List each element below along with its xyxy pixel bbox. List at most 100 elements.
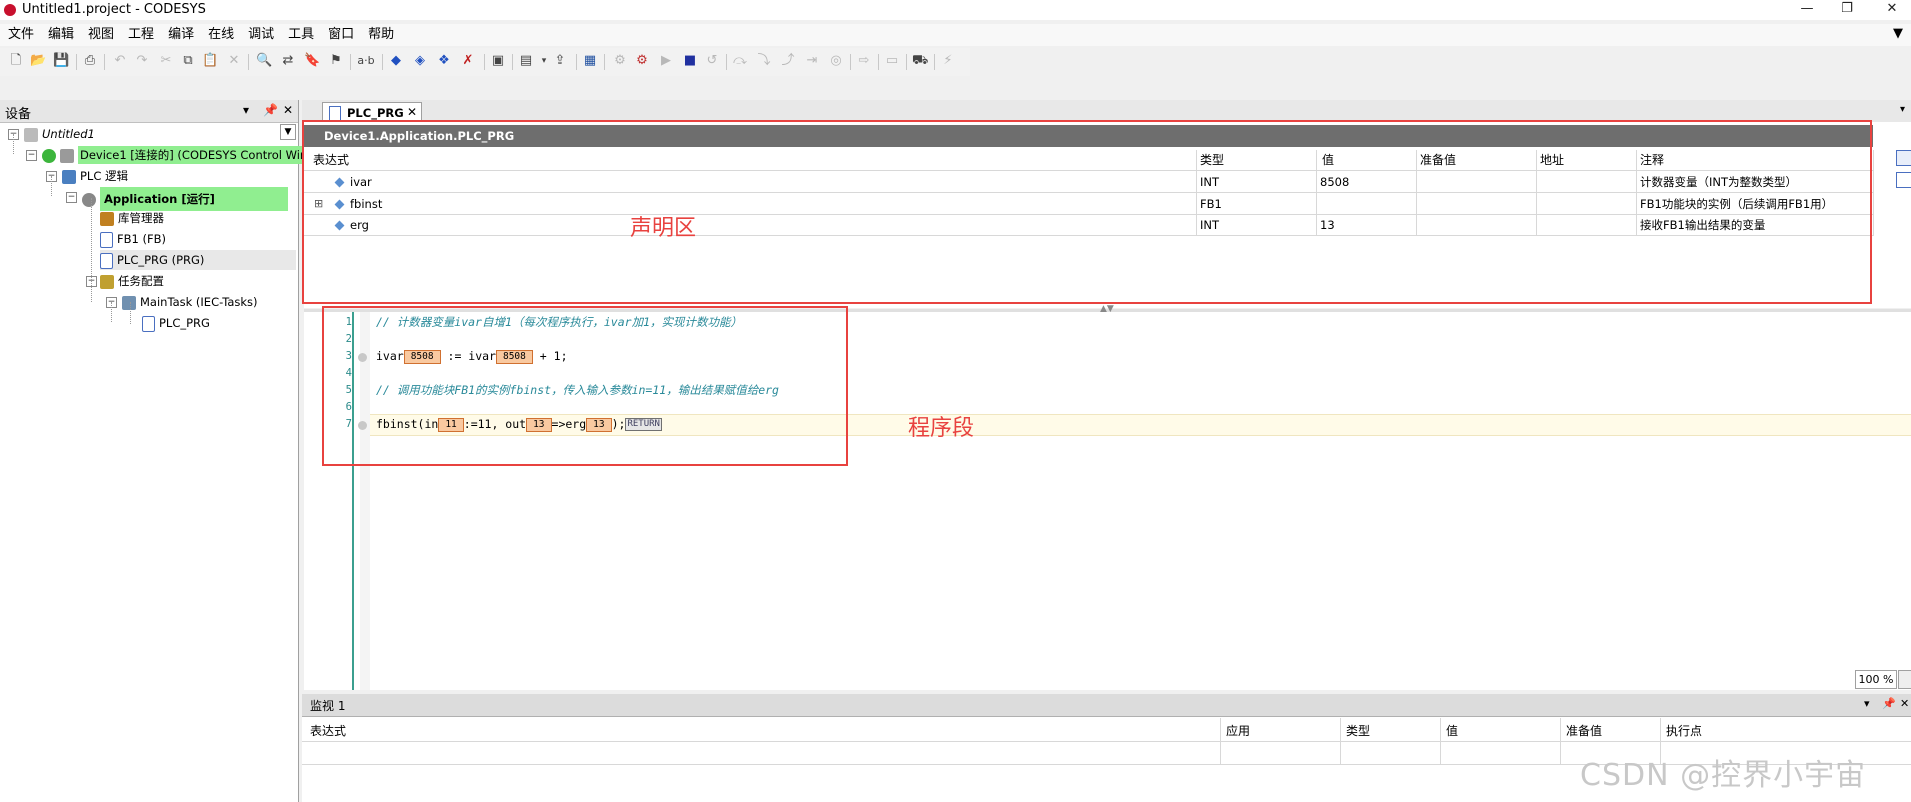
declaration-area-annotation-label: 声明区 <box>630 216 697 241</box>
paste-icon[interactable]: 📋 <box>202 53 218 69</box>
watch-column-application[interactable]: 应用 <box>1226 722 1250 739</box>
stop-icon[interactable]: ■ <box>682 53 698 69</box>
minimize-button[interactable]: — <box>1790 0 1824 20</box>
task-icon <box>122 295 136 310</box>
tree-item-plc-prg[interactable]: PLC_PRG (PRG) <box>100 250 296 270</box>
open-folder-icon[interactable]: 📂 <box>30 53 46 69</box>
logout-icon[interactable]: ⚙ <box>634 53 650 69</box>
unforce-icon[interactable]: ⚡ <box>940 53 956 69</box>
menu-build[interactable]: 编译 <box>160 24 200 44</box>
watch-column-execution-point[interactable]: 执行点 <box>1666 722 1702 739</box>
tab-list-arrow-icon[interactable]: ▾ <box>1900 104 1905 115</box>
online-config-icon[interactable]: ▦ <box>582 53 598 69</box>
watch-column-expression[interactable]: 表达式 <box>310 722 346 739</box>
devices-panel-header: 设备 ▾ 📌 ✕ <box>0 100 298 123</box>
generate-code-icon[interactable]: ❖ <box>436 53 452 69</box>
tree-item-library-manager[interactable]: 库管理器 <box>100 208 164 228</box>
menu-tools[interactable]: 工具 <box>280 24 320 44</box>
watermark: CSDN @控界小宇宙 <box>1580 758 1867 793</box>
toolbar-separator <box>576 54 577 70</box>
connected-icon <box>42 148 56 163</box>
rebuild-icon[interactable]: ◈ <box>412 53 428 69</box>
toolbar-separator <box>484 54 485 70</box>
watch-column-prepared-value[interactable]: 准备值 <box>1566 722 1602 739</box>
start-icon[interactable]: ▶ <box>658 53 674 69</box>
tree-item-label: PLC 逻辑 <box>80 169 129 183</box>
step-out-icon[interactable]: ⤴ <box>780 53 796 69</box>
menu-online[interactable]: 在线 <box>200 24 240 44</box>
zoom-level[interactable]: 100 % <box>1855 670 1897 689</box>
find-icon[interactable]: 🔍 <box>256 53 272 69</box>
tree-item-label: 任务配置 <box>118 274 164 288</box>
step-over-icon[interactable]: ⤼ <box>732 53 748 69</box>
restore-button[interactable]: ❐ <box>1830 0 1864 20</box>
menu-debug[interactable]: 调试 <box>240 24 280 44</box>
cut-icon[interactable]: ✂ <box>158 53 174 69</box>
step-into-icon[interactable]: ⤵ <box>756 53 772 69</box>
close-icon[interactable]: ✕ <box>283 103 293 117</box>
pou-icon <box>100 231 113 248</box>
add-object-icon[interactable]: ▤ <box>518 53 534 69</box>
toolbar: 🗋 📂 💾 ⎙ ↶ ↷ ✂ ⧉ 📋 ✕ 🔍 ⇄ 🔖 ⚑ a·b ◆ ◈ ❖ ✗ … <box>0 48 970 76</box>
close-tab-icon[interactable]: ✕ <box>407 105 417 119</box>
toolbar-separator <box>906 54 907 70</box>
close-icon[interactable]: ✕ <box>1900 697 1909 710</box>
zoom-icon[interactable] <box>1898 670 1911 689</box>
close-button[interactable]: ✕ <box>1875 0 1909 20</box>
project-icon <box>24 127 38 142</box>
next-statement-icon[interactable]: ⇨ <box>856 53 872 69</box>
print-icon[interactable]: ⎙ <box>82 53 98 69</box>
chevron-down-icon[interactable]: ▾ <box>536 53 552 69</box>
toolbar-separator <box>382 54 383 70</box>
tabular-view-icon[interactable] <box>1896 172 1911 188</box>
toolbar-separator <box>248 54 249 70</box>
tree-connector <box>51 176 53 196</box>
toolbar-separator <box>934 54 935 70</box>
menu-file[interactable]: 文件 <box>0 24 40 44</box>
new-file-icon[interactable]: 🗋 <box>8 53 24 69</box>
delete-icon[interactable]: ✕ <box>226 53 242 69</box>
replace-icon[interactable]: ⇄ <box>280 53 296 69</box>
undo-icon[interactable]: ↶ <box>112 53 128 69</box>
toggle-breakpoint-icon[interactable]: ◎ <box>828 53 844 69</box>
write-values-icon[interactable]: ▭ <box>884 53 900 69</box>
tree-scroll-arrow-icon[interactable]: ▼ <box>280 124 296 140</box>
force-values-icon[interactable]: ⛟ <box>912 53 928 69</box>
clean-icon[interactable]: ✗ <box>460 53 476 69</box>
bookmark-icon[interactable]: 🔖 <box>304 53 320 69</box>
redo-icon[interactable]: ↷ <box>134 53 150 69</box>
rename-icon[interactable]: a·b <box>356 53 376 69</box>
watch-column-value[interactable]: 值 <box>1446 722 1458 739</box>
cross-reference-icon[interactable]: ⚑ <box>328 53 344 69</box>
collapse-icon[interactable]: − <box>26 150 37 161</box>
collapse-icon[interactable]: − <box>66 192 77 203</box>
watch-column-type[interactable]: 类型 <box>1346 722 1370 739</box>
pin-icon[interactable]: 📌 <box>1882 697 1896 710</box>
textual-view-icon[interactable] <box>1896 150 1911 166</box>
copy-icon[interactable]: ⧉ <box>180 53 196 69</box>
build-icon[interactable]: ◆ <box>388 53 404 69</box>
login-icon[interactable]: ⚙ <box>612 53 628 69</box>
menu-project[interactable]: 工程 <box>120 24 160 44</box>
tree-item-plc-prg-call[interactable]: PLC_PRG <box>142 313 210 333</box>
dropdown-arrow-icon[interactable]: ▾ <box>1864 697 1870 710</box>
window-icon[interactable]: ▣ <box>490 53 506 69</box>
watch-panel-title: 监视 1 <box>310 699 346 713</box>
toolbar-overflow-icon[interactable]: ▼ <box>1893 26 1903 41</box>
dropdown-arrow-icon[interactable]: ▾ <box>243 103 249 117</box>
tree-item-fb1[interactable]: FB1 (FB) <box>100 229 166 249</box>
run-to-cursor-icon[interactable]: ⇥ <box>804 53 820 69</box>
save-icon[interactable]: 💾 <box>53 53 69 69</box>
plc-logic-icon <box>62 169 76 184</box>
tree-item-label: 库管理器 <box>118 211 164 225</box>
pou-icon <box>329 106 341 121</box>
menu-window[interactable]: 窗口 <box>320 24 360 44</box>
export-icon[interactable]: ⇪ <box>552 53 568 69</box>
device-icon <box>60 148 74 163</box>
pin-icon[interactable]: 📌 <box>263 103 278 117</box>
menu-view[interactable]: 视图 <box>80 24 120 44</box>
reset-icon[interactable]: ↺ <box>704 53 720 69</box>
menu-edit[interactable]: 编辑 <box>40 24 80 44</box>
tree-item-label: PLC_PRG <box>159 316 210 330</box>
menu-help[interactable]: 帮助 <box>360 24 400 44</box>
